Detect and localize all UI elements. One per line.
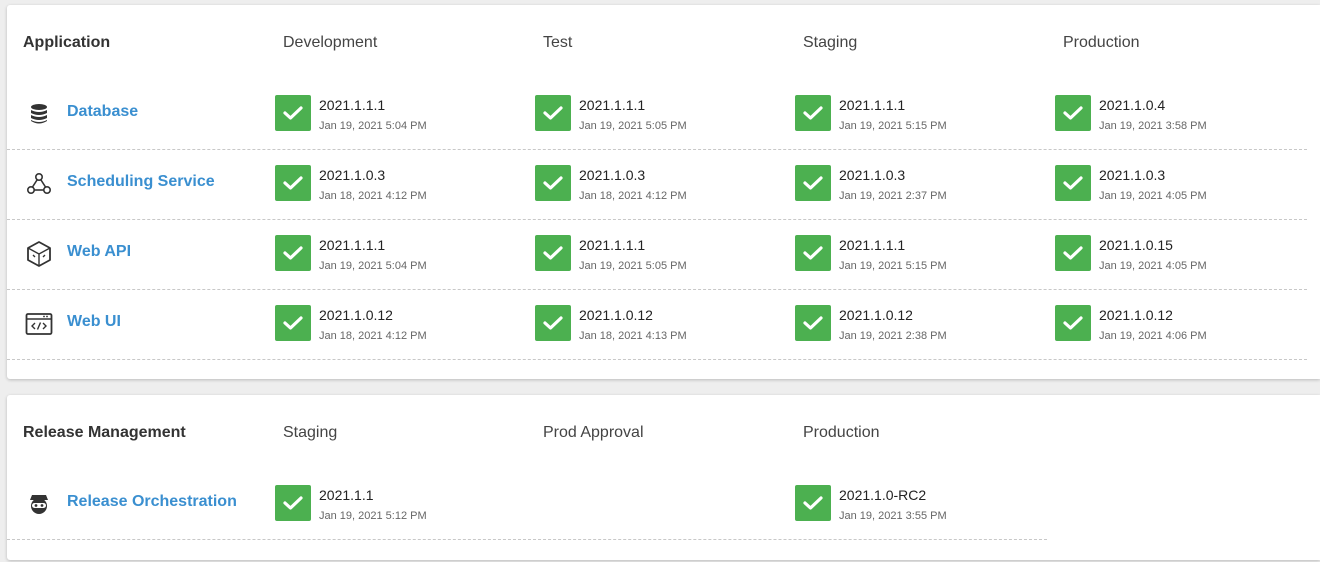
env-header-production: Production [1063, 34, 1140, 51]
deploy-date: Jan 18, 2021 4:13 PM [579, 330, 687, 342]
check-icon[interactable] [1055, 165, 1091, 201]
app-link-web-ui[interactable]: Web UI [67, 313, 121, 331]
table-row-web-api: Web API 2021.1.1.1 Jan 19, 2021 5:04 PM … [7, 219, 1307, 290]
env-header-prod-approval: Prod Approval [543, 424, 644, 441]
app-link-database[interactable]: Database [67, 103, 138, 121]
application-header: Application Development Test Staging Pro… [7, 5, 1320, 83]
deploy-date: Jan 19, 2021 5:04 PM [319, 120, 427, 132]
deploy-date: Jan 18, 2021 4:12 PM [579, 190, 687, 202]
version-label[interactable]: 2021.1.1.1 [319, 237, 385, 253]
release-management-card: Release Management Staging Prod Approval… [7, 395, 1320, 560]
group-title: Application [23, 34, 111, 51]
env-header-production: Production [803, 424, 880, 441]
check-icon[interactable] [535, 235, 571, 271]
deploy-date: Jan 18, 2021 4:12 PM [319, 190, 427, 202]
version-label[interactable]: 2021.1.0.3 [839, 167, 905, 183]
version-label[interactable]: 2021.1.1.1 [579, 237, 645, 253]
version-label[interactable]: 2021.1.0.3 [1099, 167, 1165, 183]
env-header-test: Test [543, 34, 573, 51]
check-icon[interactable] [795, 95, 831, 131]
version-label[interactable]: 2021.1.0.12 [1099, 307, 1173, 323]
version-label[interactable]: 2021.1.0.4 [1099, 97, 1165, 113]
version-label[interactable]: 2021.1.1 [319, 487, 374, 503]
check-icon[interactable] [795, 485, 831, 521]
version-label[interactable]: 2021.1.0-RC2 [839, 487, 926, 503]
deploy-date: Jan 19, 2021 2:37 PM [839, 190, 947, 202]
check-icon[interactable] [1055, 305, 1091, 341]
deploy-date: Jan 19, 2021 5:05 PM [579, 120, 687, 132]
browser-code-icon [25, 310, 53, 338]
deploy-date: Jan 19, 2021 2:38 PM [839, 330, 947, 342]
group-title: Release Management [23, 424, 186, 441]
release-management-header: Release Management Staging Prod Approval… [7, 395, 1320, 473]
app-link-scheduling-service[interactable]: Scheduling Service [67, 173, 215, 191]
check-icon[interactable] [795, 165, 831, 201]
version-label[interactable]: 2021.1.1.1 [319, 97, 385, 113]
check-icon[interactable] [535, 165, 571, 201]
check-icon[interactable] [275, 95, 311, 131]
check-icon[interactable] [275, 485, 311, 521]
deploy-date: Jan 19, 2021 3:58 PM [1099, 120, 1207, 132]
ninja-icon [25, 490, 53, 518]
version-label[interactable]: 2021.1.0.3 [579, 167, 645, 183]
check-icon[interactable] [535, 305, 571, 341]
app-link-release-orchestration[interactable]: Release Orchestration [67, 493, 237, 511]
app-link-web-api[interactable]: Web API [67, 243, 131, 261]
check-icon[interactable] [795, 235, 831, 271]
deploy-date: Jan 18, 2021 4:12 PM [319, 330, 427, 342]
env-header-staging: Staging [283, 424, 338, 441]
check-icon[interactable] [275, 235, 311, 271]
deploy-date: Jan 19, 2021 3:55 PM [839, 510, 947, 522]
version-label[interactable]: 2021.1.0.12 [579, 307, 653, 323]
check-icon[interactable] [1055, 95, 1091, 131]
api-cube-icon [25, 240, 53, 268]
deploy-date: Jan 19, 2021 5:12 PM [319, 510, 427, 522]
check-icon[interactable] [795, 305, 831, 341]
deploy-date: Jan 19, 2021 5:05 PM [579, 260, 687, 272]
version-label[interactable]: 2021.1.0.12 [839, 307, 913, 323]
env-header-development: Development [283, 34, 378, 51]
table-row-release-orchestration: Release Orchestration 2021.1.1 Jan 19, 2… [7, 469, 1047, 540]
version-label[interactable]: 2021.1.1.1 [839, 237, 905, 253]
table-row-web-ui: Web UI 2021.1.0.12 Jan 18, 2021 4:12 PM … [7, 289, 1307, 360]
check-icon[interactable] [275, 305, 311, 341]
database-icon [25, 100, 53, 128]
check-icon[interactable] [275, 165, 311, 201]
version-label[interactable]: 2021.1.0.3 [319, 167, 385, 183]
webhook-icon [25, 170, 53, 198]
version-label[interactable]: 2021.1.1.1 [839, 97, 905, 113]
application-dashboard-card: Application Development Test Staging Pro… [7, 5, 1320, 379]
deploy-date: Jan 19, 2021 4:06 PM [1099, 330, 1207, 342]
deploy-date: Jan 19, 2021 5:15 PM [839, 260, 947, 272]
deploy-date: Jan 19, 2021 5:04 PM [319, 260, 427, 272]
table-row-scheduling-service: Scheduling Service 2021.1.0.3 Jan 18, 20… [7, 149, 1307, 220]
deploy-date: Jan 19, 2021 4:05 PM [1099, 190, 1207, 202]
env-header-staging: Staging [803, 34, 858, 51]
check-icon[interactable] [535, 95, 571, 131]
check-icon[interactable] [1055, 235, 1091, 271]
version-label[interactable]: 2021.1.1.1 [579, 97, 645, 113]
deploy-date: Jan 19, 2021 5:15 PM [839, 120, 947, 132]
table-row-database: Database 2021.1.1.1 Jan 19, 2021 5:04 PM… [7, 79, 1307, 150]
version-label[interactable]: 2021.1.0.12 [319, 307, 393, 323]
version-label[interactable]: 2021.1.0.15 [1099, 237, 1173, 253]
deploy-date: Jan 19, 2021 4:05 PM [1099, 260, 1207, 272]
